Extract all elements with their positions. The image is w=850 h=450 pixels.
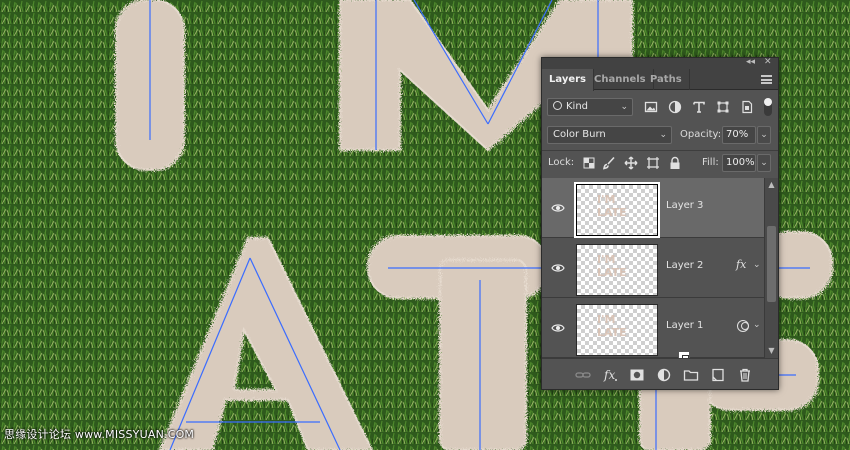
opacity-input[interactable]: 70% — [722, 126, 756, 144]
lock-image-pixels-brush-icon[interactable] — [602, 156, 616, 170]
new-layer-icon[interactable] — [710, 367, 726, 383]
scroll-thumb[interactable] — [767, 226, 776, 302]
layer-thumbnail: I'M LATE — [576, 304, 690, 358]
panel-menu-icon[interactable] — [761, 75, 772, 84]
fill-slider-caret[interactable]: ⌄ — [757, 154, 771, 172]
thumbnail-text: I'M LATE — [597, 193, 627, 219]
lock-label: Lock: — [548, 157, 575, 168]
panel-bottom-toolbar: fx — [542, 358, 778, 389]
layer-row-layer-1[interactable]: I'M LATE Layer 1 ⌄ — [542, 298, 764, 358]
image-filter-icon[interactable] — [644, 100, 658, 114]
smart-object-filter-icon[interactable] — [740, 100, 754, 114]
panel-titlebar[interactable]: ◂◂ ✕ — [542, 57, 778, 69]
layer-row-layer-3[interactable]: I'M LATE Layer 3 — [542, 178, 764, 238]
filter-toggle-switch[interactable] — [764, 98, 772, 116]
blend-row: Color Burn ⌄ Opacity: 70% ⌄ — [542, 126, 778, 146]
filter-kind-dropdown[interactable]: Kind ⌄ — [547, 98, 633, 116]
layer-row-layer-2[interactable]: I'M LATE Layer 2 fx ⌄ — [542, 238, 764, 298]
layer-thumbnail: I'M LATE — [576, 244, 658, 296]
close-panel-icon[interactable]: ✕ — [764, 57, 772, 68]
visibility-eye-icon[interactable] — [551, 262, 565, 274]
chevron-down-icon: ⌄ — [620, 102, 628, 112]
layer-effects-fx-icon[interactable]: fx — [736, 258, 746, 271]
lock-all-padlock-icon[interactable] — [668, 156, 682, 170]
fill-input[interactable]: 100% — [722, 154, 756, 172]
scroll-up-icon[interactable]: ▲ — [765, 178, 778, 192]
scroll-down-icon[interactable]: ▼ — [765, 344, 778, 358]
layer-list-scrollbar[interactable]: ▲ ▼ — [764, 178, 778, 358]
site-watermark: 思缘设计论坛 www.MISSYUAN.COM — [4, 428, 195, 441]
opacity-slider-caret[interactable]: ⌄ — [757, 126, 771, 144]
panel-tabs: Layers Channels Paths — [542, 69, 778, 91]
smart-filters-icon[interactable] — [737, 320, 749, 332]
delete-trash-icon[interactable] — [737, 367, 753, 383]
link-layers-icon[interactable] — [575, 367, 591, 383]
lock-row: Lock: Fill: 100% ⌄ — [542, 154, 778, 174]
expand-filters-chevron-icon[interactable]: ⌄ — [753, 320, 761, 330]
shape-filter-icon[interactable] — [716, 100, 730, 114]
tab-paths[interactable]: Paths — [643, 69, 690, 90]
lock-position-move-icon[interactable] — [624, 156, 638, 170]
svg-text:fx: fx — [603, 368, 615, 382]
adjustment-filter-icon[interactable] — [668, 100, 682, 114]
layer-name[interactable]: Layer 2 — [666, 260, 703, 271]
lock-transparent-pixels-icon[interactable] — [582, 156, 596, 170]
layer-thumbnail: I'M LATE — [574, 182, 660, 238]
fill-label: Fill: — [702, 157, 719, 168]
adjustment-layer-icon[interactable] — [656, 367, 672, 383]
new-group-folder-icon[interactable] — [683, 367, 699, 383]
expand-effects-chevron-icon[interactable]: ⌄ — [753, 260, 761, 270]
collapse-panel-icon[interactable]: ◂◂ — [746, 57, 755, 68]
layers-panel: ◂◂ ✕ Layers Channels Paths Kind ⌄ Color … — [541, 57, 779, 390]
visibility-eye-icon[interactable] — [551, 202, 565, 214]
visibility-eye-icon[interactable] — [551, 322, 565, 334]
layer-list: I'M LATE Layer 3 I'M LATE Layer 2 fx ⌄ I… — [542, 178, 764, 358]
type-filter-icon[interactable] — [692, 100, 706, 114]
thumbnail-text: I'M LATE — [597, 253, 627, 279]
layer-name[interactable]: Layer 3 — [666, 200, 703, 211]
filter-kind-label: Kind — [566, 101, 589, 112]
layer-name[interactable]: Layer 1 — [666, 320, 703, 331]
opacity-label: Opacity: — [680, 129, 722, 140]
filter-row: Kind ⌄ — [542, 98, 778, 120]
blend-mode-dropdown[interactable]: Color Burn ⌄ — [547, 126, 672, 144]
thumbnail-text: I'M LATE — [597, 313, 627, 339]
blend-mode-label: Color Burn — [553, 129, 606, 140]
search-icon — [553, 101, 562, 110]
layer-mask-icon[interactable] — [629, 367, 645, 383]
layer-style-fx-icon[interactable]: fx — [602, 367, 618, 383]
lock-artboard-icon[interactable] — [646, 156, 660, 170]
chevron-down-icon: ⌄ — [659, 130, 667, 140]
smart-object-badge-icon — [678, 351, 690, 358]
